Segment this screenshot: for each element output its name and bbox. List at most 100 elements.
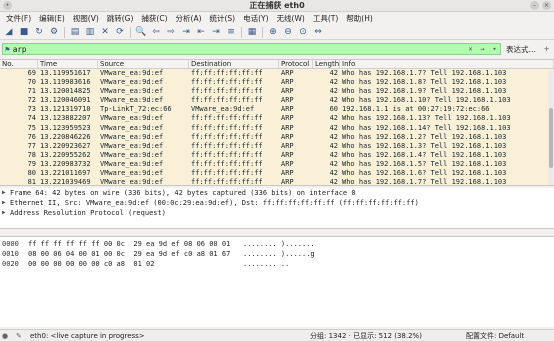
packet-details-pane[interactable]: ▶ Frame 64: 42 bytes on wire (336 bits),… [0,188,554,229]
clear-filter-icon[interactable]: ✕ [465,44,476,55]
hex-row: 0010 08 00 06 04 00 01 00 0c 29 ea 9d ef… [0,249,554,259]
window-controls-right: – × [530,1,551,10]
cell-time: 13.123959523 [40,123,91,132]
expand-arrow-icon[interactable]: ▶ [2,208,10,218]
packet-row[interactable]: 73 13.121319710 Tp-LinkT_72:ec:66 VMware_ea… [0,105,554,115]
zoom-out-icon[interactable]: ⊖ [281,26,295,39]
save-icon[interactable]: ▥ [83,26,97,39]
packet-row[interactable]: 80 13.221011697 VMware_ea:9d:ef ff:ff:ff:ff… [0,169,554,179]
last-packet-icon[interactable]: ⇥ [209,26,223,39]
back-icon[interactable]: ⇦ [149,26,163,39]
packet-list[interactable]: No. Time Source Destination Protocol Len… [0,59,554,186]
restart-icon[interactable]: ↻ [32,26,46,39]
minimize-icon[interactable]: – [530,1,539,10]
cell-protocol: ARP [281,87,294,96]
close-window-icon[interactable]: × [542,1,551,10]
add-filter-button-icon[interactable]: + [541,44,552,55]
stop-icon[interactable]: ■ [17,26,31,39]
cell-info: 192.168.1.1 is at 00:27:19:72:ec:66 [342,105,490,114]
expression-button[interactable]: 表达式… [503,44,539,55]
column-header-time[interactable]: Time [38,60,98,68]
detail-row-ethernet[interactable]: ▶ Ethernet II, Src: VMware_ea:9d:ef (00:… [0,198,554,208]
hex-bytes[interactable]: 00 00 00 00 00 00 c0 a8 01 02 [28,259,243,269]
menu-item[interactable]: 跳转(G) [103,12,138,25]
menu-item[interactable]: 分析(A) [172,12,206,25]
packet-bytes-pane[interactable]: 0000 ff ff ff ff ff ff 00 0c 29 ea 9d ef… [0,236,554,327]
menu-item[interactable]: 工具(T) [309,12,342,25]
column-header-source[interactable]: Source [98,60,189,68]
display-filter-box[interactable]: ⚑ ✕ → ▾ [2,43,501,55]
packet-row[interactable]: 75 13.123959523 VMware_ea:9d:ef ff:ff:ff:ff… [0,123,554,133]
open-file-icon[interactable]: ▤ [68,26,82,39]
detail-row-arp[interactable]: ▶ Address Resolution Protocol (request) [0,208,554,218]
menu-item[interactable]: 统计(S) [206,12,240,25]
packet-list-scroll-thumb[interactable] [549,108,553,168]
goto-packet-icon[interactable]: ⇥ [179,26,193,39]
find-icon[interactable]: 🔍 [134,26,148,39]
window-menu-icon[interactable]: • [3,1,12,10]
forward-icon[interactable]: ⇨ [164,26,178,39]
cell-time: 13.120014825 [40,87,91,96]
colorize-icon[interactable]: ▦ [245,26,259,39]
menu-item[interactable]: 无线(W) [273,12,309,25]
packet-row[interactable]: 77 13.220923627 VMware_ea:9d:ef ff:ff:ff:ff… [0,141,554,151]
recent-filters-dropdown-icon[interactable]: ▾ [489,44,500,55]
cell-protocol: ARP [281,96,294,105]
hex-ascii[interactable]: ........ .. [243,259,323,269]
expand-arrow-icon[interactable]: ▶ [2,188,10,198]
autoscroll-icon[interactable]: ≡ [224,26,238,39]
display-filter-input[interactable] [12,44,462,54]
packet-row[interactable]: 69 13.119951617 VMware_ea:9d:ef ff:ff:ff:ff… [0,69,554,79]
options-icon[interactable]: ⚙ [47,26,61,39]
cell-protocol: ARP [281,123,294,132]
shark-fin-icon[interactable]: ◢ [2,26,16,39]
toolbar-separator [241,26,242,38]
profile-selector[interactable]: 配置文件: Default [466,331,554,341]
hex-bytes[interactable]: ff ff ff ff ff ff 00 0c 29 ea 9d ef 08 0… [28,239,243,249]
cell-no: 78 [27,150,36,159]
resize-columns-icon[interactable]: ⇔ [311,26,325,39]
hex-offset: 0000 [2,240,19,248]
close-file-icon[interactable]: ✕ [98,26,112,39]
column-header-length[interactable]: Length [313,60,340,68]
column-header-protocol[interactable]: Protocol [279,60,313,68]
menu-item[interactable]: 帮助(H) [342,12,377,25]
first-packet-icon[interactable]: ⇤ [194,26,208,39]
filter-bookmark-icon[interactable]: ⚑ [5,45,10,54]
expand-arrow-icon[interactable]: ▶ [2,198,10,208]
packet-row[interactable]: 70 13.119983616 VMware_ea:9d:ef ff:ff:ff:ff… [0,78,554,88]
cell-info: Who has 192.168.1.8? Tell 192.168.1.103 [342,78,507,87]
cell-protocol: ARP [281,78,294,87]
detail-row-frame[interactable]: ▶ Frame 64: 42 bytes on wire (336 bits),… [0,188,554,198]
packet-row[interactable]: 79 13.220983732 VMware_ea:9d:ef ff:ff:ff:ff… [0,159,554,170]
cell-protocol: ARP [281,114,294,123]
packet-list-scrollbar[interactable] [548,70,554,185]
hex-ascii[interactable]: ........ )....... [243,239,323,249]
cell-protocol: ARP [281,132,294,141]
capture-comment-icon[interactable]: ✎ [16,332,24,340]
expert-info-icon[interactable]: ● [2,332,10,340]
packet-row[interactable]: 78 13.220955262 VMware_ea:9d:ef ff:ff:ff:ff… [0,150,554,160]
packet-counts: 分组: 1342 · 已显示: 512 (38.2%) [310,331,422,340]
hex-ascii[interactable]: ........ )......g [243,249,323,259]
column-header-info[interactable]: Info [340,60,554,68]
packet-row[interactable]: 72 13.120046091 VMware_ea:9d:ef ff:ff:ff:ff… [0,96,554,106]
column-header-no[interactable]: No. [0,60,38,68]
menu-item[interactable]: 编辑(E) [35,12,69,25]
main-toolbar: ◢ ■ ↻ ⚙ ▤ ▥ ✕ ⟳ 🔍 ⇦ ⇨ ⇥ ⇤ ⇥ ≡ ▦ ⊕ ⊖ ⊙ ⇔ [0,25,554,40]
hex-bytes[interactable]: 08 00 06 04 00 01 00 0c 29 ea 9d ef c0 a… [28,249,243,259]
packet-row[interactable]: 74 13.123882207 VMware_ea:9d:ef ff:ff:ff:ff… [0,114,554,124]
packet-row[interactable]: 81 13.221039469 VMware_ea:9d:ef ff:ff:ff:ff… [0,178,554,185]
menu-item[interactable]: 视图(V) [69,12,103,25]
zoom-in-icon[interactable]: ⊕ [266,26,280,39]
reload-icon[interactable]: ⟳ [113,26,127,39]
menu-item[interactable]: 捕获(C) [137,12,171,25]
menu-item[interactable]: 文件(F) [2,12,35,25]
packet-row[interactable]: 71 13.120014825 VMware_ea:9d:ef ff:ff:ff:ff… [0,87,554,97]
apply-filter-icon[interactable]: → [477,44,488,55]
menu-item[interactable]: 电话(Y) [239,12,272,25]
column-header-destination[interactable]: Destination [189,60,279,68]
packet-row[interactable]: 76 13.220846226 VMware_ea:9d:ef ff:ff:ff:ff… [0,132,554,142]
cell-time: 13.120046091 [40,96,91,105]
zoom-reset-icon[interactable]: ⊙ [296,26,310,39]
